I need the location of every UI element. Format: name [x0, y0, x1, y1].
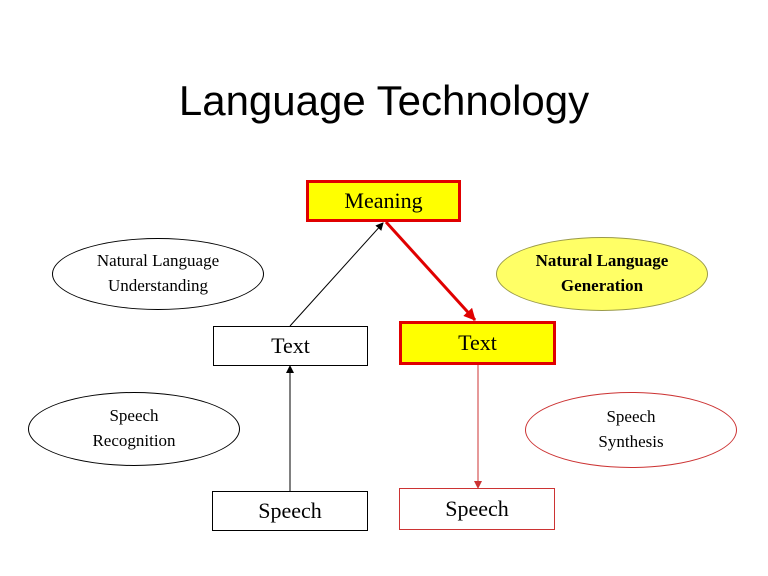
- speech-recognition-line-2: Recognition: [92, 431, 176, 450]
- arrow-text-to-meaning: [289, 222, 384, 327]
- text-left-label: Text: [271, 333, 310, 358]
- nlg-label: Natural Language Generation: [496, 237, 708, 311]
- nlu-line-1: Natural Language: [96, 251, 220, 271]
- nlu-label: Natural Language Understanding: [52, 238, 264, 310]
- speech-synthesis-line-2: Synthesis: [598, 432, 664, 451]
- slide: Language Technology Meaning Text Text Sp…: [0, 0, 768, 576]
- speech-right-label: Speech: [445, 496, 509, 521]
- nlu-line-2: Understanding: [107, 276, 209, 295]
- meaning-box: Meaning: [306, 180, 461, 222]
- text-box-right: Text: [399, 321, 556, 365]
- speech-synthesis-label: Speech Synthesis: [525, 392, 737, 468]
- speech-box-left: Speech: [212, 491, 368, 531]
- meaning-label: Meaning: [344, 188, 423, 213]
- text-right-label: Text: [458, 330, 497, 355]
- speech-left-label: Speech: [258, 498, 322, 523]
- arrow-meaning-to-text: [384, 220, 477, 322]
- speech-synthesis-line-1: Speech: [606, 407, 656, 427]
- nlg-line-2: Generation: [560, 276, 644, 295]
- speech-recognition-label: Speech Recognition: [28, 392, 240, 466]
- nlg-line-1: Natural Language: [535, 251, 669, 271]
- speech-recognition-line-1: Speech: [109, 406, 159, 426]
- speech-box-right: Speech: [399, 488, 555, 530]
- text-box-left: Text: [213, 326, 368, 366]
